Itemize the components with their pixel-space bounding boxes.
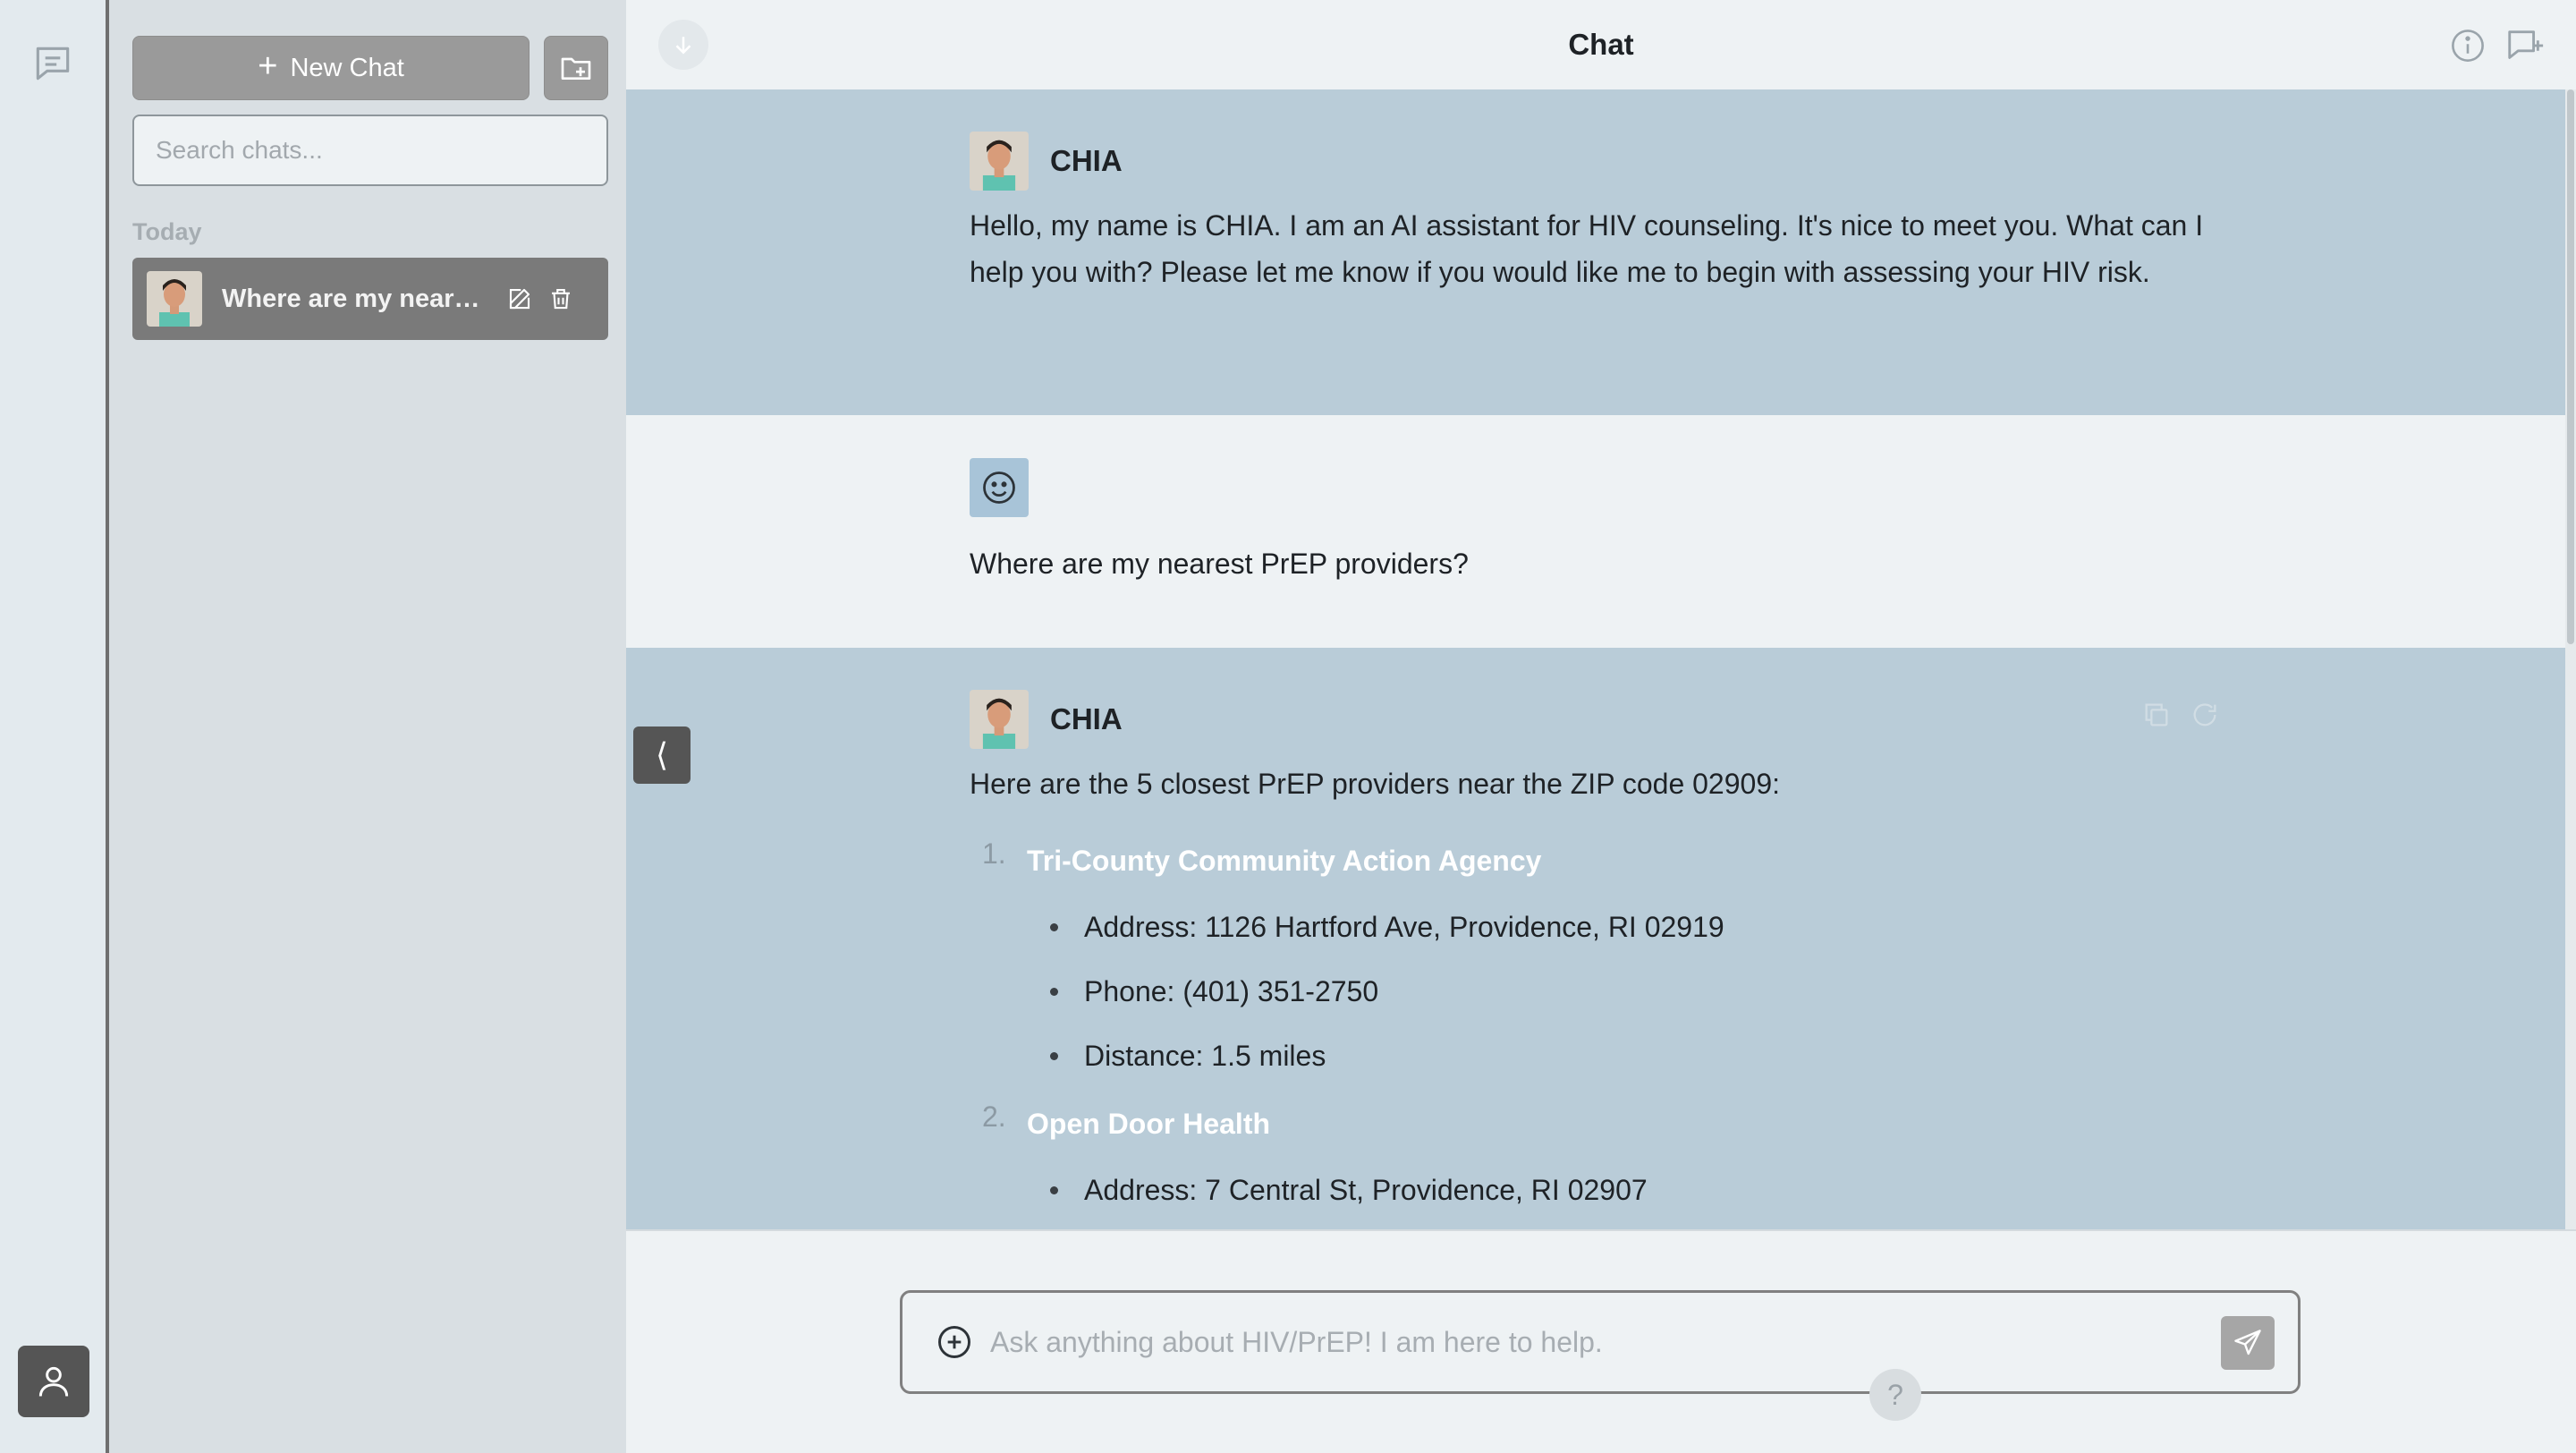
composer-area [626, 1229, 2576, 1453]
new-chat-icon[interactable] [2504, 25, 2546, 66]
message-text: Where are my nearest PrEP providers? [970, 548, 1469, 580]
new-folder-button[interactable] [544, 36, 608, 100]
chevron-left-icon: ⟨ [655, 736, 669, 773]
new-chat-label: New Chat [290, 53, 404, 82]
info-icon[interactable] [2449, 27, 2487, 64]
chat-bubble-icon[interactable] [30, 41, 75, 86]
bot-avatar [970, 132, 1029, 191]
chat-sidebar: + New Chat Today Where are my nearest Pr… [109, 0, 626, 1453]
provider-address: Address: 7 Central St, Providence, RI 02… [1027, 1167, 2231, 1213]
new-chat-button[interactable]: + New Chat [132, 36, 530, 100]
collapse-sidebar-button[interactable]: ⟨ [633, 726, 691, 784]
avatar [147, 271, 202, 327]
page-title: Chat [1568, 28, 1634, 61]
top-bar: Chat [626, 0, 2576, 89]
help-button[interactable]: ? [1869, 1369, 1921, 1421]
message-input[interactable] [990, 1315, 2198, 1369]
bot-message: CHIA Hello, my name is CHIA. I am an AI … [626, 89, 2565, 415]
user-profile-button[interactable] [18, 1346, 89, 1417]
chat-main: Chat CHIA Hello, my name is CHIA. I am a… [626, 0, 2576, 1453]
list-number: 1. [982, 837, 1006, 870]
trash-icon[interactable] [546, 284, 576, 314]
arrow-down-icon[interactable] [658, 20, 708, 70]
edit-icon[interactable] [504, 284, 535, 314]
chat-list-item[interactable]: Where are my nearest PrEP providers? [132, 258, 608, 340]
provider-list: 1. Tri-County Community Action Agency Ad… [970, 837, 2231, 1213]
message-text: Here are the 5 closest PrEP providers ne… [970, 768, 1780, 800]
icon-rail [0, 0, 109, 1453]
user-message: Where are my nearest PrEP providers? [626, 415, 2565, 648]
section-heading-today: Today [132, 218, 202, 245]
provider-name[interactable]: Tri-County Community Action Agency [1027, 845, 1541, 877]
scrollbar[interactable] [2565, 89, 2576, 1229]
provider-phone: Phone: (401) 351-2750 [1027, 968, 2231, 1015]
folder-plus-icon [561, 57, 591, 80]
provider-distance: Distance: 1.5 miles [1027, 1032, 2231, 1079]
provider-name[interactable]: Open Door Health [1027, 1108, 1270, 1140]
provider-details: Address: 1126 Hartford Ave, Providence, … [1027, 904, 2231, 1079]
send-button[interactable] [2221, 1316, 2275, 1370]
message-text: Hello, my name is CHIA. I am an AI assis… [970, 209, 2204, 288]
bot-avatar [970, 690, 1029, 749]
plus-icon: + [258, 47, 278, 85]
send-icon [2234, 1330, 2261, 1355]
plus-circle-icon[interactable] [935, 1322, 974, 1362]
user-icon [38, 1366, 69, 1397]
provider-item: 2. Open Door Health Address: 7 Central S… [970, 1100, 2231, 1213]
speaker-name: CHIA [1050, 144, 1123, 177]
message-composer [900, 1290, 2301, 1394]
search-chats-input[interactable] [132, 115, 608, 186]
provider-address: Address: 1126 Hartford Ave, Providence, … [1027, 904, 2231, 950]
message-list[interactable]: CHIA Hello, my name is CHIA. I am an AI … [626, 89, 2565, 1229]
scrollbar-thumb[interactable] [2567, 89, 2574, 644]
speaker-name: CHIA [1050, 702, 1123, 735]
provider-details: Address: 7 Central St, Providence, RI 02… [1027, 1167, 2231, 1213]
list-number: 2. [982, 1100, 1006, 1133]
bot-message: CHIA Here are the 5 closest PrEP provide… [626, 648, 2565, 1229]
provider-item: 1. Tri-County Community Action Agency Ad… [970, 837, 2231, 1079]
smiley-icon [970, 458, 1029, 517]
chat-title: Where are my nearest PrEP providers? [222, 284, 490, 313]
